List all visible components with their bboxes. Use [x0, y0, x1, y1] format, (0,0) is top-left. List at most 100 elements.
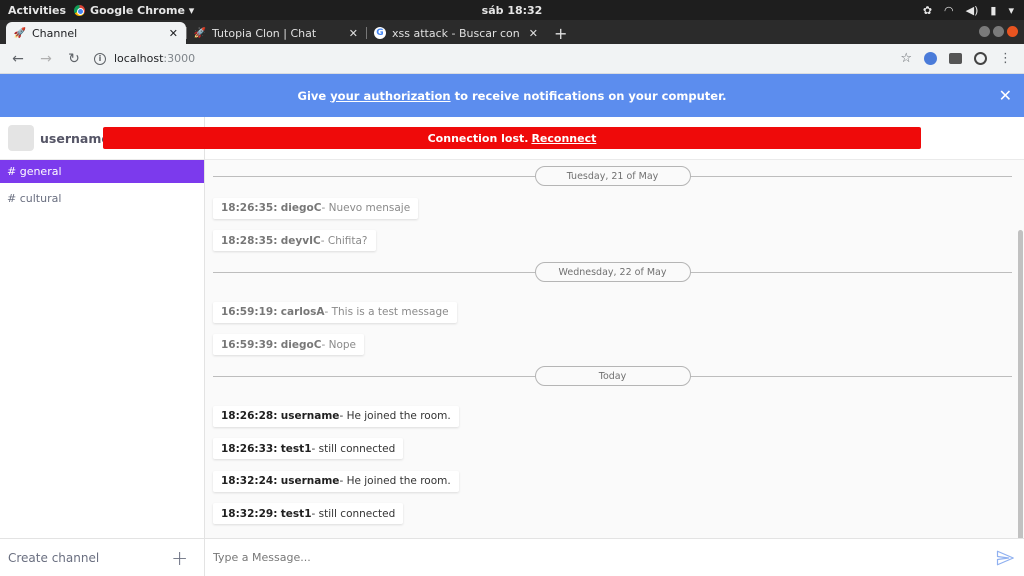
- battery-icon[interactable]: ▮: [990, 4, 996, 17]
- message-time: 18:32:29:: [221, 507, 278, 520]
- connection-lost-text: Connection lost.: [427, 131, 529, 145]
- wifi-icon[interactable]: ◠: [944, 4, 954, 17]
- message-text: - He joined the room.: [339, 410, 451, 422]
- channel-item-general[interactable]: # general: [0, 160, 204, 183]
- forward-button[interactable]: →: [34, 47, 58, 71]
- close-icon[interactable]: ✕: [169, 27, 178, 40]
- tab-channel[interactable]: 🚀 Channel ✕: [6, 22, 186, 44]
- extension-icon[interactable]: [924, 52, 937, 65]
- message-input[interactable]: [213, 551, 994, 564]
- sidebar: username # general # cultural Create cha…: [0, 117, 205, 576]
- tab-xss-search[interactable]: G xss attack - Buscar con Goo ✕: [366, 22, 546, 44]
- send-icon[interactable]: [994, 547, 1016, 569]
- minimize-button[interactable]: [979, 26, 990, 37]
- message-time: 16:59:19:: [221, 306, 278, 318]
- message-item: 18:32:24: username - He joined the room.: [213, 470, 459, 492]
- date-separator: Wednesday, 22 of May: [213, 261, 1012, 283]
- notification-suffix: to receive notifications on your compute…: [450, 88, 727, 103]
- message-item: 18:32:29: test1 - still connected: [213, 503, 404, 524]
- channel-list: # general # cultural: [0, 160, 204, 538]
- tab-title: Channel: [32, 26, 78, 40]
- close-icon[interactable]: ✕: [349, 27, 358, 40]
- message-time: 18:26:28:: [221, 410, 278, 422]
- authorization-link[interactable]: your authorization: [330, 89, 450, 103]
- create-channel-label[interactable]: Create channel: [8, 551, 99, 565]
- close-icon[interactable]: ✕: [999, 86, 1012, 105]
- connection-lost-banner: Connection lost. Reconnect: [103, 127, 921, 149]
- clock[interactable]: sáb 18:32: [482, 4, 543, 17]
- chat-main: Connection lost. Reconnect Tuesday, 21 o…: [103, 117, 1024, 576]
- reconnect-link[interactable]: Reconnect: [531, 132, 596, 145]
- url-host: localhost: [114, 52, 164, 65]
- reload-button[interactable]: ↻: [62, 47, 86, 71]
- window-close-button[interactable]: [1007, 26, 1018, 37]
- message-text: - still connected: [311, 507, 396, 520]
- message-item: 18:26:28: username - He joined the room.: [213, 405, 459, 427]
- date-separator: Tuesday, 21 of May: [213, 165, 1012, 187]
- message-time: 18:26:33:: [221, 442, 278, 455]
- message-user: username: [280, 410, 340, 422]
- message-time: 18:28:35:: [221, 234, 278, 247]
- message-time: 18:32:24:: [221, 475, 278, 487]
- system-tray[interactable]: ✿ ◠ ◀) ▮ ▾: [923, 4, 1014, 17]
- message-list[interactable]: Tuesday, 21 of May 18:26:35: diegoC - Nu…: [205, 160, 1024, 538]
- message-text: - He joined the room.: [339, 475, 451, 487]
- app-menu[interactable]: Google Chrome ▾: [74, 4, 194, 17]
- message-text: - Nope: [321, 338, 356, 351]
- chrome-icon: [74, 4, 86, 16]
- app-menu-label: Google Chrome ▾: [90, 3, 195, 17]
- message-text: - Chifita?: [320, 234, 368, 247]
- address-bar[interactable]: i localhost:3000: [90, 46, 896, 72]
- message-user: test1: [280, 442, 312, 455]
- url-text: localhost:3000: [114, 52, 195, 65]
- rocket-icon: 🚀: [13, 27, 27, 39]
- scrollbar[interactable]: [1018, 230, 1023, 538]
- message-item: 16:59:19: carlosA - This is a test messa…: [213, 301, 457, 323]
- message-text: - This is a test message: [324, 306, 449, 318]
- message-user: diegoC: [280, 338, 322, 351]
- tab-tutopia-chat[interactable]: 🚀 Tutopia Clon | Chat ✕: [186, 22, 366, 44]
- maximize-button[interactable]: [993, 26, 1004, 37]
- volume-icon[interactable]: ◀): [966, 4, 979, 17]
- close-icon[interactable]: ✕: [529, 27, 538, 40]
- message-user: username: [280, 475, 340, 487]
- new-tab-button[interactable]: +: [546, 22, 575, 44]
- chat-header: Connection lost. Reconnect: [103, 117, 1024, 160]
- browser-toolbar: ← → ↻ i localhost:3000 ☆ ⋮: [0, 44, 1024, 74]
- chevron-down-icon[interactable]: ▾: [1008, 4, 1014, 17]
- notification-prefix: Give: [297, 88, 331, 103]
- chat-app: username # general # cultural Create cha…: [0, 117, 1024, 576]
- extensions-area: ☆ ⋮: [900, 51, 1018, 66]
- message-user: test1: [280, 507, 312, 520]
- tab-title: xss attack - Buscar con Goo: [392, 26, 523, 40]
- google-icon: G: [374, 27, 386, 39]
- back-button[interactable]: ←: [6, 47, 30, 71]
- profile-icon[interactable]: [974, 52, 987, 65]
- more-menu-icon[interactable]: ⋮: [999, 51, 1012, 66]
- bookmark-star-icon[interactable]: ☆: [900, 51, 912, 66]
- message-user: diegoC: [280, 202, 322, 214]
- create-channel-row[interactable]: Create channel +: [0, 538, 204, 576]
- message-text: - still connected: [311, 442, 396, 455]
- message-user: carlosA: [280, 306, 325, 318]
- message-time: 16:59:39:: [221, 338, 278, 351]
- message-item: 18:28:35: deyvIC - Chifita?: [213, 230, 376, 251]
- message-composer: [205, 538, 1024, 576]
- info-icon[interactable]: i: [94, 52, 106, 65]
- message-time: 18:26:35:: [221, 202, 278, 214]
- notification-text: Give your authorization to receive notif…: [298, 89, 727, 103]
- extension-icon[interactable]: [949, 53, 962, 64]
- tab-title: Tutopia Clon | Chat: [212, 26, 317, 40]
- message-item: 18:26:33: test1 - still connected: [213, 438, 404, 459]
- url-port: :3000: [163, 52, 196, 65]
- activities-button[interactable]: Activities: [0, 4, 74, 17]
- message-item: 18:26:35: diegoC - Nuevo mensaje: [213, 197, 419, 219]
- channel-item-cultural[interactable]: # cultural: [0, 187, 204, 210]
- plus-icon[interactable]: +: [171, 546, 188, 570]
- tracker-icon[interactable]: ✿: [923, 4, 932, 17]
- date-label: Wednesday, 22 of May: [534, 262, 691, 282]
- tab-strip: 🚀 Channel ✕ 🚀 Tutopia Clon | Chat ✕ G xs…: [0, 20, 1024, 44]
- message-item: 16:59:39: diegoC - Nope: [213, 334, 364, 355]
- date-separator: Today: [213, 365, 1012, 387]
- message-text: - Nuevo mensaje: [321, 202, 411, 214]
